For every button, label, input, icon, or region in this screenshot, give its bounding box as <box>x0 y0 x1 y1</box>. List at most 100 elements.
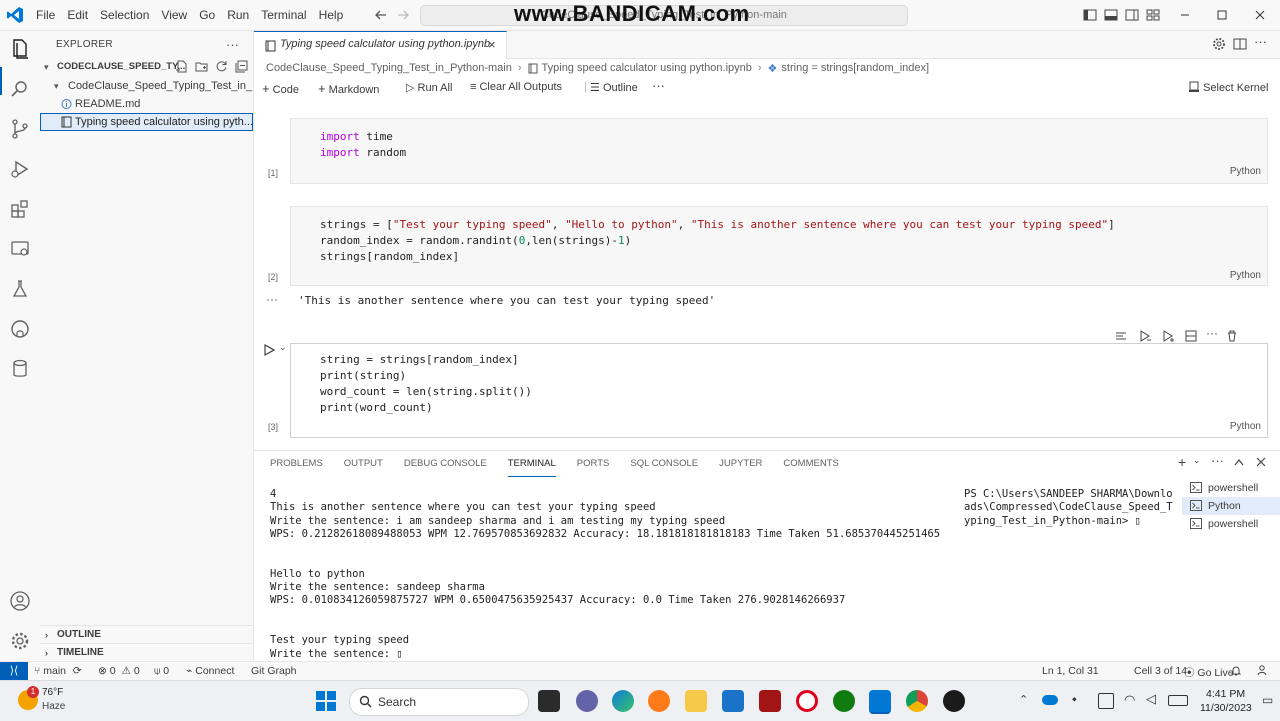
tab-ports[interactable]: PORTS <box>577 457 610 477</box>
tab-notebook[interactable]: Typing speed calculator using python.ipy… <box>254 31 507 59</box>
opera-browser-icon[interactable] <box>796 690 818 712</box>
folder-row[interactable]: ▾ CodeClause_Speed_Typing_Test_in_P... <box>40 77 253 95</box>
terminal-item-powershell[interactable]: powershell <box>1182 479 1280 497</box>
add-markdown-cell-button[interactable]: + Markdown <box>318 81 379 96</box>
file-row-notebook[interactable]: Typing speed calculator using pyth... <box>40 113 253 131</box>
xbox-icon[interactable] <box>833 690 855 712</box>
vscode-taskbar-icon[interactable] <box>869 690 891 714</box>
filezilla-icon[interactable] <box>759 690 781 712</box>
search-icon[interactable] <box>8 77 32 101</box>
run-cell-icon[interactable] <box>264 344 275 356</box>
weather-condition[interactable]: Haze <box>42 701 65 712</box>
windows-start-icon[interactable] <box>316 691 336 711</box>
taskbar-search[interactable]: Search <box>349 688 529 716</box>
close-panel-icon[interactable] <box>1255 456 1267 468</box>
wifi-icon[interactable]: ◠ <box>1124 692 1135 708</box>
new-file-icon[interactable] <box>175 60 188 73</box>
settings-gear-icon[interactable] <box>1212 37 1226 51</box>
new-folder-icon[interactable] <box>195 60 208 73</box>
code-editor[interactable]: import time import random <box>320 129 406 161</box>
breadcrumb-folder[interactable]: CodeClause_Speed_Typing_Test_in_Python-m… <box>266 62 512 74</box>
account-icon[interactable] <box>8 589 32 613</box>
firefox-browser-icon[interactable] <box>648 690 670 712</box>
show-hidden-icons-chevron-icon[interactable]: ⌃ <box>1019 693 1028 706</box>
terminal-dropdown-chevron-icon[interactable]: ⌄ <box>1193 455 1201 466</box>
workspace-root-row[interactable]: ▾ CODECLAUSE_SPEED_TY... <box>40 58 253 76</box>
chrome-browser-icon[interactable] <box>906 690 928 712</box>
clear-all-outputs-button[interactable]: ≡ Clear All Outputs <box>470 81 562 93</box>
tab-output[interactable]: OUTPUT <box>344 457 383 477</box>
clock-time[interactable]: 4:41 PM <box>1206 688 1245 700</box>
terminal-item-powershell-2[interactable]: powershell <box>1182 515 1280 533</box>
volume-icon[interactable]: ◁ <box>1146 691 1156 707</box>
menu-view[interactable]: View <box>155 0 193 30</box>
menu-go[interactable]: Go <box>193 0 221 30</box>
run-debug-icon[interactable] <box>8 157 32 181</box>
accounts-icon[interactable] <box>1256 664 1268 677</box>
menu-terminal[interactable]: Terminal <box>255 0 312 30</box>
timeline-section[interactable]: › TIMELINE <box>40 643 253 662</box>
close-window-icon[interactable] <box>1251 6 1269 24</box>
new-terminal-icon[interactable]: + <box>1178 454 1186 470</box>
tab-problems[interactable]: PROBLEMS <box>270 457 323 477</box>
edge-browser-icon[interactable] <box>612 690 634 712</box>
task-view-icon[interactable] <box>538 690 560 712</box>
connect-button[interactable]: ⌁ Connect <box>186 665 234 677</box>
system-tray-app-icon[interactable] <box>1098 693 1114 709</box>
outline-section[interactable]: › OUTLINE <box>40 625 253 644</box>
tab-terminal[interactable]: TERMINAL <box>507 457 556 477</box>
tab-debug-console[interactable]: DEBUG CONSOLE <box>404 457 487 477</box>
menu-run[interactable]: Run <box>221 0 255 30</box>
execute-below-icon[interactable] <box>1161 329 1175 343</box>
onedrive-cloud-icon[interactable] <box>1042 695 1058 705</box>
extensions-icon[interactable] <box>8 197 32 221</box>
terminal-item-python[interactable]: Python <box>1182 497 1280 515</box>
maximize-panel-icon[interactable] <box>1233 457 1245 467</box>
notifications-bell-icon[interactable] <box>1230 664 1242 677</box>
close-tab-icon[interactable]: × <box>488 37 496 52</box>
split-cell-icon[interactable] <box>1184 329 1198 343</box>
split-editor-icon[interactable] <box>1233 37 1247 51</box>
terminal-output[interactable]: 4 This is another sentence where you can… <box>270 488 940 661</box>
code-cell-1[interactable]: import time import random Python <box>290 118 1268 184</box>
breadcrumb-cell[interactable]: string = strings[random_index] <box>781 62 929 74</box>
collapse-folders-icon[interactable] <box>235 60 248 73</box>
remote-explorer-icon[interactable] <box>8 237 32 261</box>
panel-more-actions[interactable]: ··· <box>1211 453 1224 468</box>
cell-language-label[interactable]: Python <box>1230 270 1261 281</box>
weather-temperature[interactable]: 76°F <box>42 687 63 698</box>
toggle-panel-icon[interactable] <box>1103 7 1119 23</box>
toggle-primary-sidebar-icon[interactable] <box>1082 7 1098 23</box>
cell-indicator[interactable]: Cell 3 of 14 <box>1134 665 1187 677</box>
menu-file[interactable]: File <box>30 0 61 30</box>
menu-selection[interactable]: Selection <box>94 0 155 30</box>
outline-button[interactable]: ☰ Outline <box>590 81 638 94</box>
run-options-chevron-icon[interactable]: ⌄ <box>279 342 287 353</box>
remote-indicator-icon[interactable]: ⟩⟨ <box>0 662 28 681</box>
go-live-button[interactable]: ⦿ Go Live <box>1184 665 1234 680</box>
forward-arrow-icon[interactable] <box>394 6 412 24</box>
code-cell-2[interactable]: strings = ["Test your typing speed", "He… <box>290 206 1268 286</box>
customize-layout-icon[interactable] <box>1145 7 1161 23</box>
notification-center-icon[interactable]: ▭ <box>1262 693 1273 707</box>
explorer-more-actions[interactable]: ··· <box>226 37 239 52</box>
tab-jupyter[interactable]: JUPYTER <box>719 457 762 477</box>
output-actions[interactable]: ··· <box>266 292 278 306</box>
tab-comments[interactable]: COMMENTS <box>783 457 838 477</box>
breadcrumb-file[interactable]: Typing speed calculator using python.ipy… <box>542 62 752 74</box>
clock-date[interactable]: 11/30/2023 <box>1200 702 1252 714</box>
code-editor[interactable]: strings = ["Test your typing speed", "He… <box>320 217 1115 265</box>
terminal-prompt[interactable]: PS C:\Users\SANDEEP SHARMA\Downlo ads\Co… <box>964 488 1173 528</box>
menu-help[interactable]: Help <box>313 0 350 30</box>
github-icon[interactable] <box>8 317 32 341</box>
add-code-cell-button[interactable]: + Code <box>262 81 299 96</box>
run-all-button[interactable]: ▷ Run All <box>406 81 452 94</box>
bandicam-record-icon[interactable] <box>943 690 965 712</box>
battery-icon[interactable] <box>1168 695 1188 706</box>
select-kernel-button[interactable]: Select Kernel <box>1188 81 1269 94</box>
menu-edit[interactable]: Edit <box>61 0 94 30</box>
location-icon[interactable]: ⬩ <box>1072 691 1077 707</box>
cursor-position[interactable]: Ln 1, Col 31 <box>1042 665 1099 677</box>
back-arrow-icon[interactable] <box>372 6 390 24</box>
editor-more-actions[interactable]: ··· <box>1254 34 1267 49</box>
